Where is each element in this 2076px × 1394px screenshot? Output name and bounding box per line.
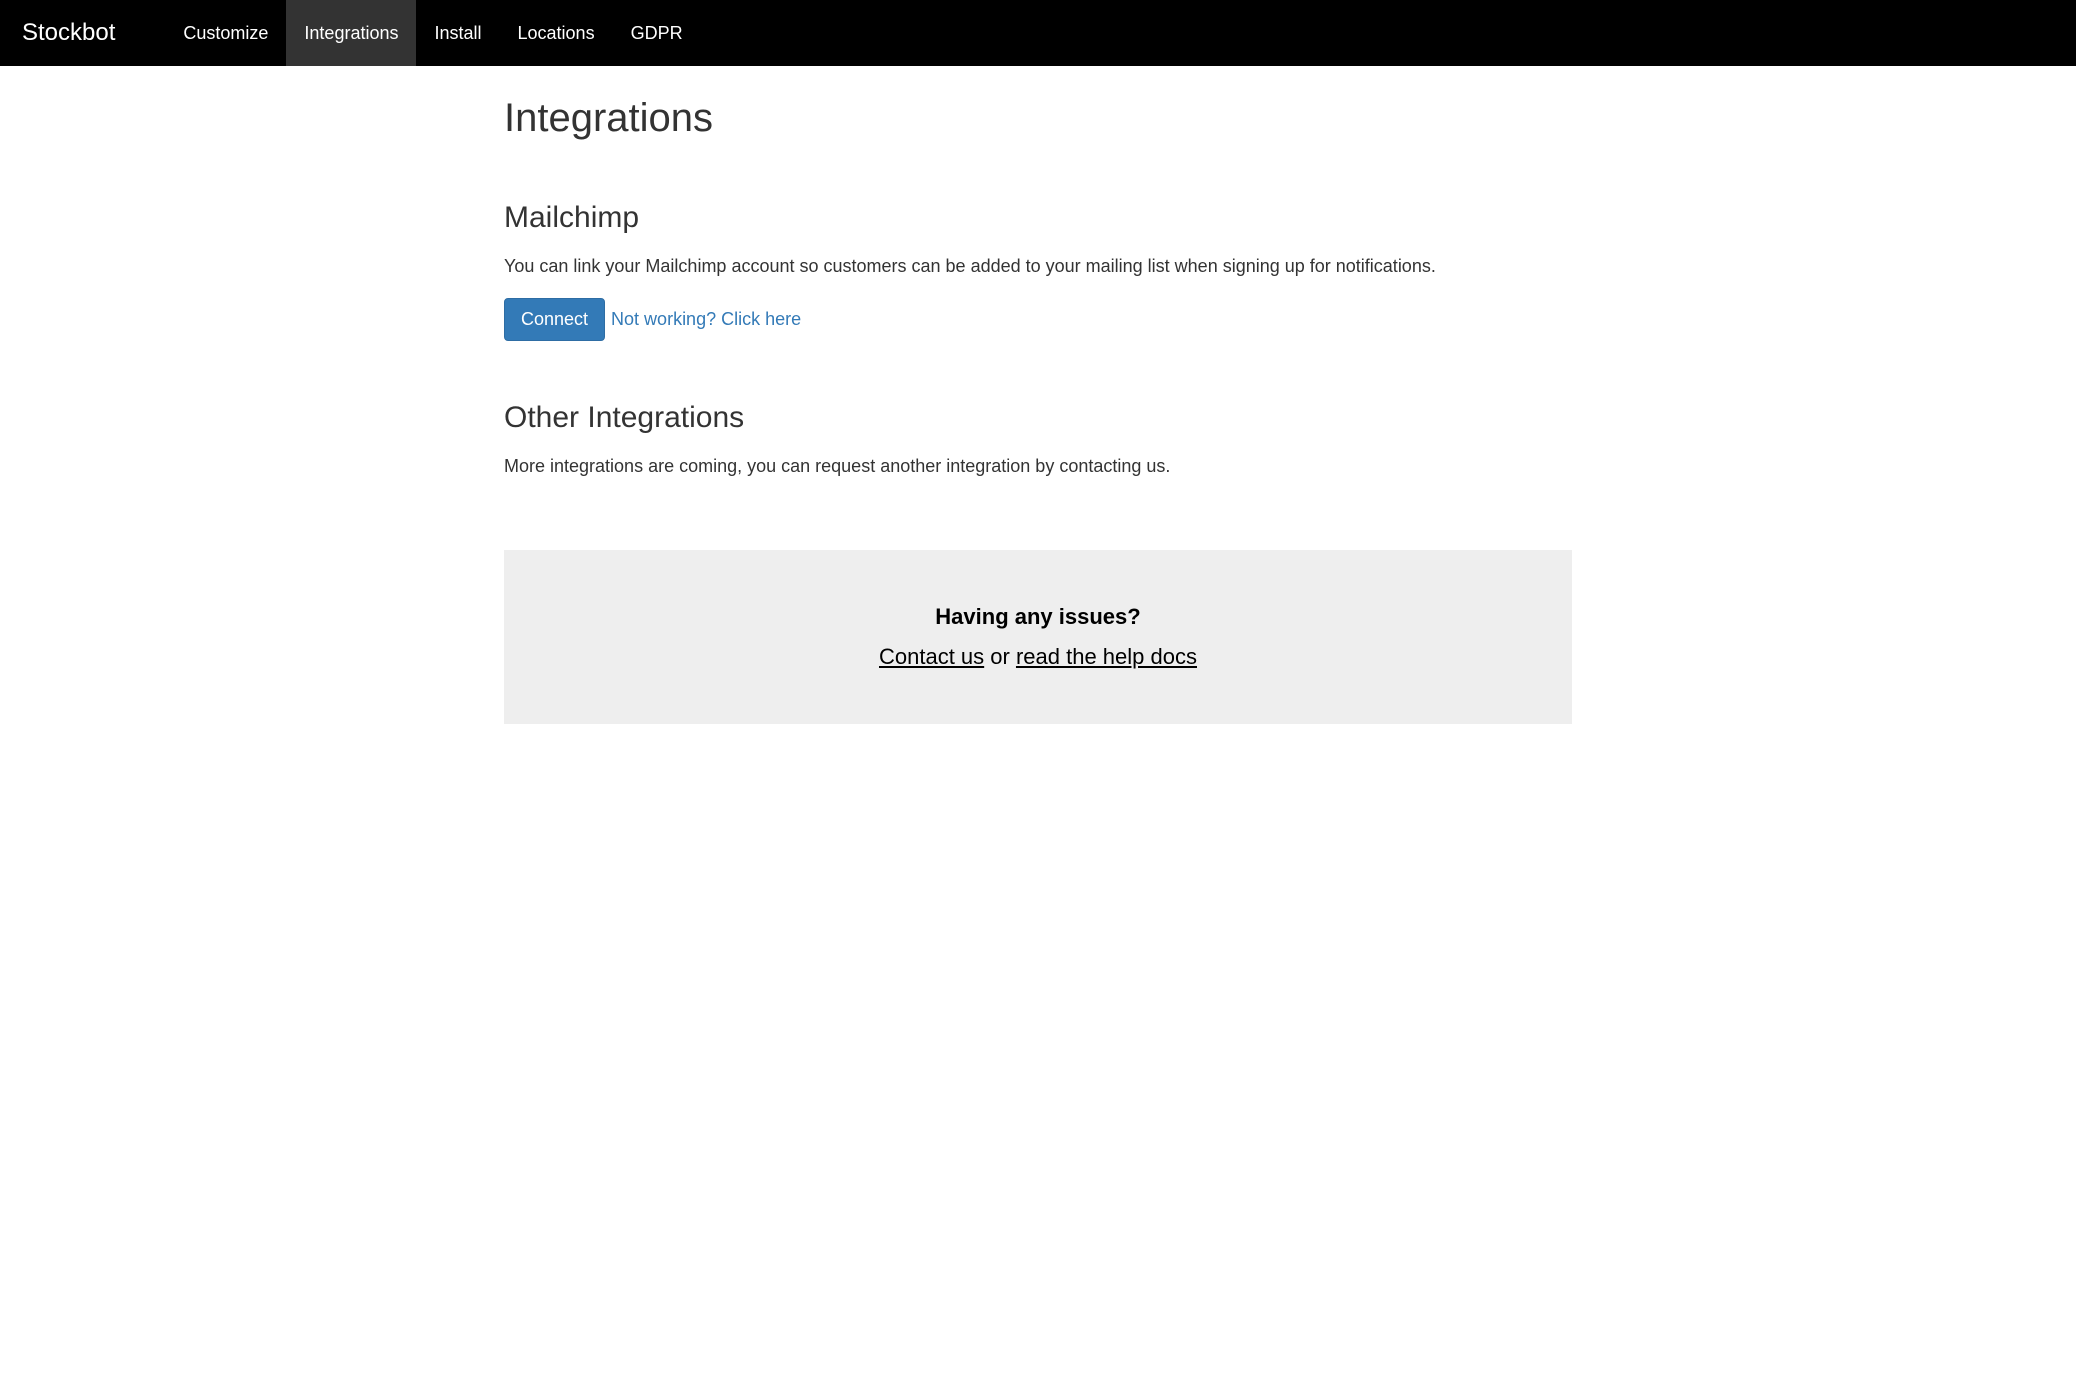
not-working-link[interactable]: Not working? Click here [611,309,801,330]
other-integrations-title: Other Integrations [504,401,1638,435]
help-or-text: or [984,644,1016,669]
nav-item-gdpr[interactable]: GDPR [613,0,701,66]
help-panel: Having any issues? Contact us or read th… [504,550,1572,724]
nav-item-integrations[interactable]: Integrations [286,0,416,66]
help-docs-link[interactable]: read the help docs [1016,644,1197,669]
nav-item-install[interactable]: Install [416,0,499,66]
nav-item-customize[interactable]: Customize [165,0,286,66]
connect-button[interactable]: Connect [504,298,605,341]
mailchimp-title: Mailchimp [504,201,1638,235]
contact-us-link[interactable]: Contact us [879,644,984,669]
nav-items: Customize Integrations Install Locations… [165,0,700,66]
mailchimp-description: You can link your Mailchimp account so c… [504,253,1638,280]
brand-logo[interactable]: Stockbot [22,19,115,47]
mailchimp-actions: Connect Not working? Click here [504,298,1638,341]
page-title: Integrations [504,96,1638,141]
navbar: Stockbot Customize Integrations Install … [0,0,2076,66]
other-integrations-description: More integrations are coming, you can re… [504,453,1638,480]
help-title: Having any issues? [524,604,1552,630]
nav-item-locations[interactable]: Locations [500,0,613,66]
main-container: Integrations Mailchimp You can link your… [438,66,1638,724]
help-text: Contact us or read the help docs [524,644,1552,670]
